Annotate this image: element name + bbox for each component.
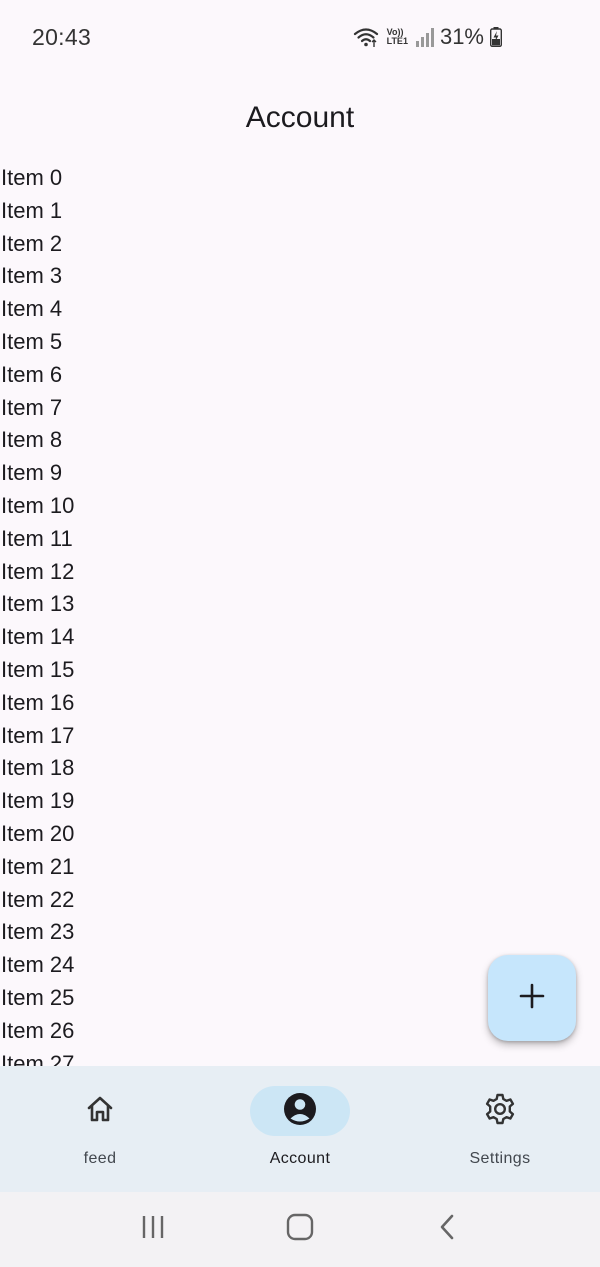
battery-percent: 31% xyxy=(439,24,484,49)
list-item[interactable]: Item 21 xyxy=(0,851,600,884)
status-icons: Vo)) LTE1 31% xyxy=(353,24,502,50)
list-item[interactable]: Item 14 xyxy=(0,621,600,654)
list-item[interactable]: Item 9 xyxy=(0,457,600,490)
nav-item-settings[interactable]: Settings xyxy=(400,1066,600,1192)
nav-indicator-active xyxy=(250,1086,350,1136)
home-button-icon xyxy=(286,1213,314,1246)
list-item[interactable]: Item 10 xyxy=(0,490,600,523)
list-item[interactable]: Item 22 xyxy=(0,884,600,917)
lte-label: LTE1 xyxy=(386,36,408,46)
bottom-navigation: feed Account Settings xyxy=(0,1066,600,1192)
nav-indicator xyxy=(450,1086,550,1136)
wifi-icon xyxy=(353,26,379,48)
list-item[interactable]: Item 15 xyxy=(0,654,600,687)
item-list[interactable]: Item 0 Item 1 Item 2 Item 3 Item 4 Item 5 Item… xyxy=(0,162,600,1066)
signal-icon xyxy=(415,27,434,47)
list-item[interactable]: Item 1 xyxy=(0,195,600,228)
list-item[interactable]: Item 19 xyxy=(0,785,600,818)
plus-icon xyxy=(519,983,545,1014)
list-item[interactable]: Item 23 xyxy=(0,916,600,949)
battery-charging-icon xyxy=(490,27,502,47)
status-bar: 20:43 Vo)) LTE1 31% xyxy=(0,0,600,78)
recent-apps-icon xyxy=(140,1214,166,1245)
list-item[interactable]: Item 11 xyxy=(0,523,600,556)
add-button[interactable] xyxy=(488,955,576,1041)
nav-label-settings: Settings xyxy=(469,1150,531,1167)
account-circle-icon xyxy=(283,1092,317,1131)
list-item[interactable]: Item 20 xyxy=(0,818,600,851)
recent-apps-button[interactable] xyxy=(123,1200,183,1260)
volte-icon: Vo)) LTE1 xyxy=(387,28,408,46)
list-item[interactable]: Item 4 xyxy=(0,293,600,326)
status-time: 20:43 xyxy=(32,24,92,50)
nav-item-feed[interactable]: feed xyxy=(0,1066,200,1192)
list-item[interactable]: Item 7 xyxy=(0,392,600,425)
nav-item-account[interactable]: Account xyxy=(200,1066,400,1192)
home-icon xyxy=(84,1093,116,1130)
list-item[interactable]: Item 0 xyxy=(0,162,600,195)
back-button[interactable] xyxy=(417,1200,477,1260)
list-item[interactable]: Item 12 xyxy=(0,556,600,589)
nav-label-account: Account xyxy=(269,1150,331,1167)
back-icon xyxy=(437,1214,457,1245)
list-item[interactable]: Item 5 xyxy=(0,326,600,359)
page-title: Account xyxy=(245,101,355,134)
list-item[interactable]: Item 8 xyxy=(0,424,600,457)
list-item[interactable]: Item 2 xyxy=(0,228,600,261)
home-system-button[interactable] xyxy=(270,1200,330,1260)
app-bar: Account xyxy=(0,78,600,158)
nav-label-feed: feed xyxy=(83,1150,117,1167)
list-item[interactable]: Item 18 xyxy=(0,752,600,785)
list-item[interactable]: Item 13 xyxy=(0,588,600,621)
gear-icon xyxy=(483,1092,517,1131)
list-item[interactable]: Item 6 xyxy=(0,359,600,392)
system-navigation xyxy=(0,1192,600,1267)
list-item[interactable]: Item 27 xyxy=(0,1048,600,1066)
list-item[interactable]: Item 16 xyxy=(0,687,600,720)
list-item[interactable]: Item 3 xyxy=(0,260,600,293)
nav-indicator xyxy=(50,1086,150,1136)
list-item[interactable]: Item 17 xyxy=(0,720,600,753)
